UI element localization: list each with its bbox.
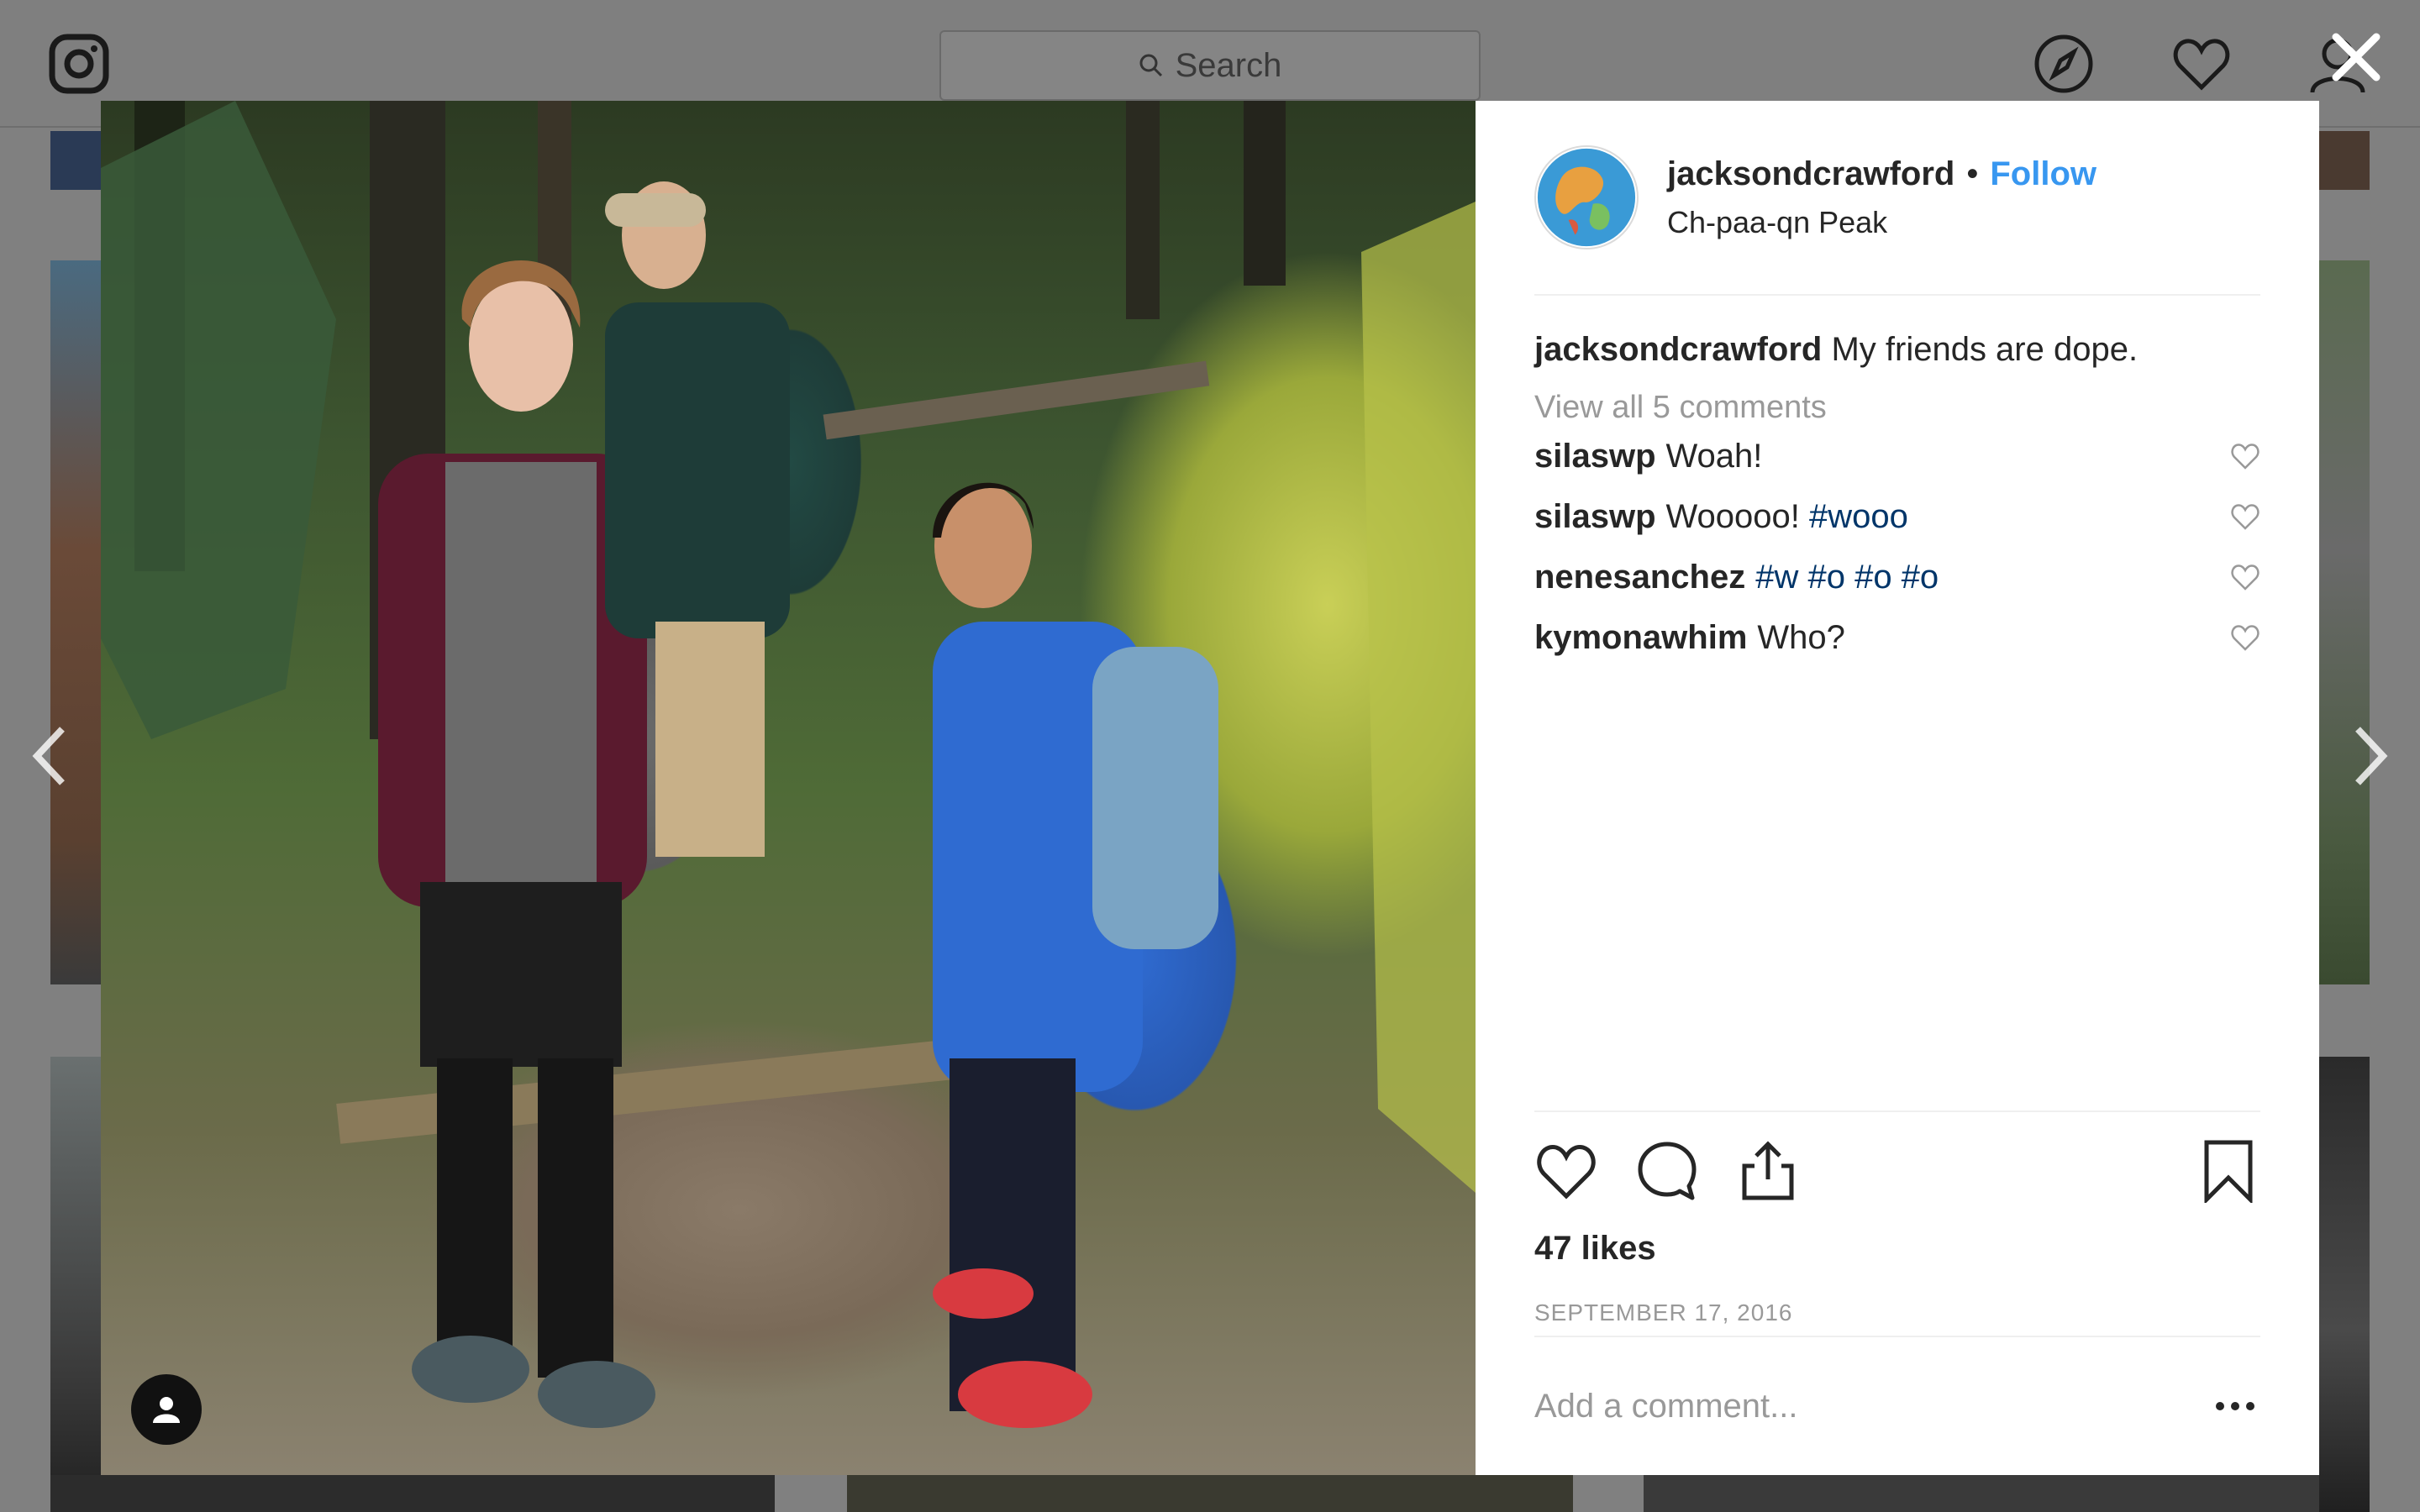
tag-user-icon (153, 1397, 180, 1423)
comment-username[interactable]: nenesanchez (1534, 559, 1745, 596)
post-caption: jacksondcrawford My friends are dope. (1534, 326, 2260, 373)
separator-dot: • (1966, 155, 1979, 192)
comment-like-heart-icon[interactable] (2230, 564, 2260, 591)
close-icon[interactable] (2326, 27, 2386, 87)
chevron-right-icon[interactable] (2344, 722, 2395, 790)
tagged-users-button[interactable] (131, 1374, 202, 1445)
add-comment-bar (1534, 1336, 2260, 1475)
comment-username[interactable]: silaswp (1534, 438, 1656, 475)
comment-like-heart-icon[interactable] (2230, 443, 2260, 470)
comment-bubble-icon[interactable] (1635, 1139, 1699, 1203)
bookmark-icon[interactable] (2196, 1139, 2260, 1203)
caption-text: My friends are dope. (1831, 331, 2139, 368)
follow-button[interactable]: Follow (1990, 155, 2096, 193)
like-heart-icon[interactable] (1534, 1139, 1598, 1203)
comment-text: Wooooo! (1665, 498, 1800, 535)
compass-icon[interactable] (2033, 34, 2094, 94)
search-placeholder: Search (1175, 46, 1282, 84)
search-box[interactable]: Search (939, 30, 1481, 101)
background-thumbnail[interactable] (2319, 260, 2370, 984)
post-location[interactable]: Ch-paa-qn Peak (1667, 205, 2096, 240)
comment-item: silaswp Wooooo! #wooo (1534, 486, 2260, 547)
background-thumbnail[interactable] (1644, 1475, 2319, 1512)
add-comment-input[interactable] (1534, 1387, 2210, 1425)
likes-count[interactable]: 47 likes (1534, 1230, 2260, 1268)
comment-like-heart-icon[interactable] (2230, 624, 2260, 651)
background-thumbnail[interactable] (2319, 1057, 2370, 1512)
heart-icon[interactable] (2171, 34, 2232, 94)
background-thumbnail[interactable] (50, 1475, 775, 1512)
comment-like-heart-icon[interactable] (2230, 503, 2260, 530)
background-thumbnail[interactable] (50, 131, 101, 190)
comment-item: kymonawhim Who? (1534, 607, 2260, 668)
avatar[interactable] (1534, 145, 1639, 249)
post-photo[interactable] (101, 101, 1476, 1475)
post-actions-section: 47 likes SEPTEMBER 17, 2016 (1534, 1110, 2260, 1326)
comment-text: Woah! (1665, 438, 1763, 475)
post-header: jacksondcrawford • Follow Ch-paa-qn Peak (1534, 101, 2260, 296)
post-author-username[interactable]: jacksondcrawford (1667, 155, 1954, 193)
instagram-logo-icon[interactable] (49, 34, 109, 94)
comment-username[interactable]: silaswp (1534, 498, 1656, 535)
background-thumbnail[interactable] (2319, 131, 2370, 190)
more-options-icon (2216, 1402, 2254, 1410)
photo-scene (101, 101, 1476, 1428)
post-date: SEPTEMBER 17, 2016 (1534, 1299, 1793, 1326)
more-options-button[interactable] (2210, 1381, 2260, 1431)
comment-hashtag[interactable]: #w #o #o #o (1755, 559, 1939, 596)
comments-section: jacksondcrawford My friends are dope. Vi… (1534, 326, 2260, 668)
chevron-left-icon[interactable] (25, 722, 76, 790)
comment-item: silaswp Woah! (1534, 426, 2260, 486)
post-modal: jacksondcrawford • Follow Ch-paa-qn Peak… (101, 101, 2319, 1475)
background-thumbnail[interactable] (847, 1475, 1573, 1512)
background-thumbnail[interactable] (50, 260, 101, 984)
comment-username[interactable]: kymonawhim (1534, 619, 1747, 656)
post-sidebar: jacksondcrawford • Follow Ch-paa-qn Peak… (1476, 101, 2319, 1475)
background-thumbnail[interactable] (50, 1057, 101, 1512)
caption-username[interactable]: jacksondcrawford (1534, 331, 1822, 368)
view-all-comments-link[interactable]: View all 5 comments (1534, 390, 2260, 426)
action-bar (1534, 1112, 2260, 1230)
comment-item: nenesanchez #w #o #o #o (1534, 547, 2260, 607)
search-icon (1139, 54, 1162, 77)
comment-hashtag[interactable]: #wooo (1809, 498, 1908, 535)
comment-text: Who? (1757, 619, 1845, 656)
share-icon[interactable] (1736, 1139, 1800, 1203)
avatar-globe-image (1537, 148, 1636, 247)
